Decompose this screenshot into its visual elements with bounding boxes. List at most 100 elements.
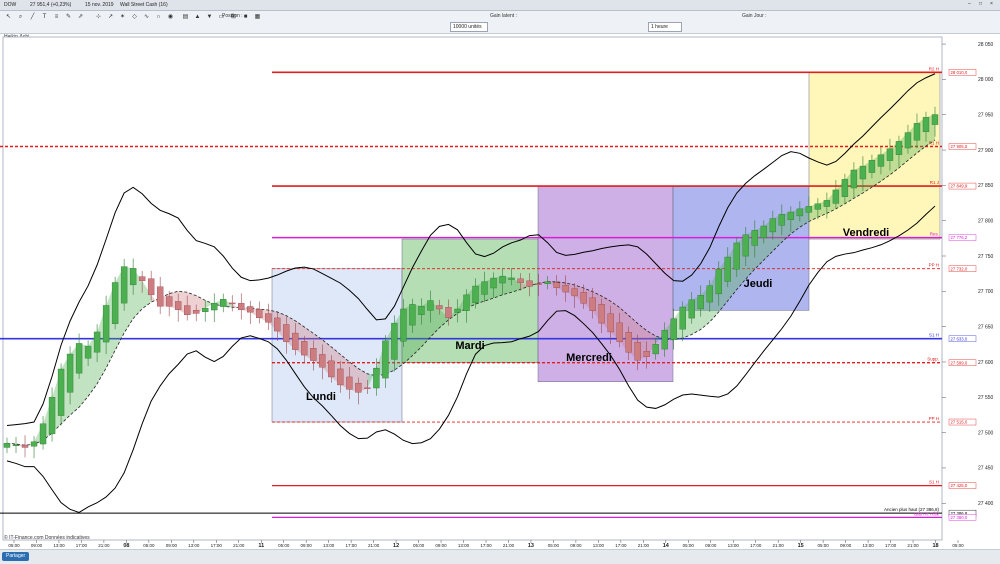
candle-body — [120, 266, 128, 304]
level-label: Res. — [930, 232, 939, 237]
level-value-text: 27 905,0 — [951, 144, 968, 149]
candle-body — [742, 234, 749, 257]
share-button[interactable]: Partager — [2, 552, 30, 561]
candle-body — [598, 304, 605, 324]
candle-body — [634, 342, 641, 361]
x-tick-label: 21:00 — [368, 543, 380, 548]
y-tick-label: 27 550 — [978, 395, 994, 401]
x-tick-label: 13:00 — [862, 543, 874, 548]
level-label: S1 H — [929, 333, 939, 338]
candle-body — [301, 341, 308, 356]
x-tick-label: 13:00 — [53, 543, 65, 548]
candle-body — [265, 313, 272, 323]
candle-body — [544, 281, 551, 284]
candle-body — [129, 268, 137, 286]
candle-body — [490, 277, 497, 289]
candle-body — [769, 218, 777, 233]
data-credit: © IT-Finance.com Données indicatives — [4, 535, 90, 541]
candle-body — [346, 376, 353, 390]
candle-body — [697, 295, 704, 310]
candle-body — [256, 309, 263, 319]
candle-body — [48, 397, 56, 435]
y-tick-label: 27 950 — [978, 113, 994, 119]
candle-body — [571, 288, 578, 297]
level-label: R2 H — [929, 66, 939, 71]
x-tick-label: 17:00 — [615, 543, 627, 548]
candle-body — [562, 285, 569, 293]
candle-body — [382, 340, 389, 379]
x-tick-label: 09:00 — [301, 543, 313, 548]
x-tick-label: 17:00 — [211, 543, 223, 548]
x-tick-label: 21:00 — [233, 543, 245, 548]
candle-body — [238, 303, 245, 310]
x-tick-label: 13:00 — [188, 543, 200, 548]
candle-body — [391, 322, 398, 360]
candle-body — [21, 444, 29, 448]
x-tick-label: 17:00 — [750, 543, 762, 548]
candle-body — [463, 294, 470, 311]
candle-body — [220, 299, 227, 307]
x-tick-label: 09:00 — [705, 543, 717, 548]
candle-body — [247, 306, 254, 313]
candle-body — [165, 296, 173, 307]
candle-body — [418, 305, 425, 315]
candle-body — [796, 208, 804, 217]
candle-body — [679, 306, 686, 330]
candle-body — [643, 351, 650, 357]
candle-body — [589, 297, 596, 311]
candle-body — [814, 203, 822, 210]
y-tick-label: 27 700 — [978, 289, 994, 295]
candle-body — [283, 324, 290, 342]
price-chart[interactable]: R2 HR1 HR1 JRes.PP HS1 HSupp.PP HS1 HAnc… — [0, 0, 1000, 563]
candle-body — [93, 331, 101, 353]
candle-body — [57, 368, 65, 416]
candle-body — [913, 123, 921, 141]
candle-body — [868, 160, 876, 173]
candle-body — [535, 283, 542, 285]
candle-body — [39, 423, 47, 445]
status-footer: Partager — [0, 549, 1000, 564]
candle-body — [526, 280, 533, 287]
x-tick-label: 21:00 — [638, 543, 650, 548]
level-value-text: 27 633,0 — [951, 336, 968, 341]
candle-body — [760, 225, 768, 239]
day-label: Vendredi — [843, 227, 889, 239]
y-tick-label: 27 750 — [978, 254, 994, 260]
level-value-text: 27 776,2 — [951, 235, 968, 240]
candle-body — [850, 169, 858, 189]
candle-body — [328, 360, 335, 378]
candle-body — [472, 285, 479, 304]
candle-body — [670, 318, 677, 340]
candle-body — [174, 301, 182, 310]
candle-body — [877, 154, 885, 167]
candle-body — [373, 367, 380, 389]
day-label: Lundi — [306, 391, 336, 403]
candle-body — [580, 292, 587, 304]
level-label: PP H — [929, 263, 939, 268]
candle-body — [202, 308, 209, 312]
candle-body — [400, 308, 407, 342]
candle-body — [66, 353, 74, 393]
level-label: R1 J — [930, 180, 939, 185]
candle-body — [499, 275, 506, 284]
x-tick-label: 21:00 — [503, 543, 515, 548]
x-tick-label: 05:00 — [8, 543, 20, 548]
day-label: Mardi — [455, 340, 484, 352]
candle-body — [832, 189, 840, 204]
candle-body — [454, 308, 461, 313]
candle-body — [229, 302, 236, 305]
day-label: Jeudi — [744, 278, 773, 290]
candle-body — [274, 317, 281, 332]
x-tick-label: 17:00 — [480, 543, 492, 548]
level-value-text: 28 010,0 — [951, 70, 968, 75]
y-tick-label: 27 800 — [978, 218, 994, 224]
candle-body — [75, 343, 83, 374]
x-tick-label: 21:00 — [907, 543, 919, 548]
y-tick-label: 27 900 — [978, 148, 994, 154]
x-tick-label: 05:00 — [278, 543, 290, 548]
candle-body — [751, 230, 759, 246]
candle-body — [156, 286, 164, 307]
candle-body — [138, 276, 146, 281]
candle-body — [625, 332, 632, 353]
candle-body — [319, 354, 326, 368]
